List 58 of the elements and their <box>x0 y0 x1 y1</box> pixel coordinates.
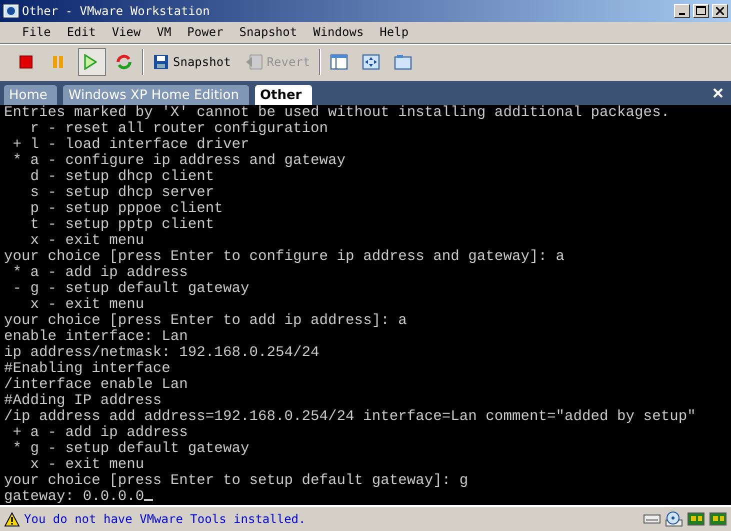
menu-item[interactable]: Edit <box>58 23 104 42</box>
close-icon <box>716 6 724 15</box>
console-line: x - exit menu <box>29 457 144 474</box>
warning-icon <box>4 512 20 527</box>
console-line: ip address/netmask: 192.168.0.254/24 <box>4 345 320 362</box>
console-line: + a - add ip address <box>12 425 189 442</box>
menu-item[interactable]: Snapshot <box>231 23 306 42</box>
console-line: /interface enable Lan <box>4 377 189 394</box>
console-line: + l - load interface driver <box>12 137 250 154</box>
console-line: r - reset all router configuration <box>29 121 330 138</box>
menu-item[interactable]: File <box>14 23 59 42</box>
console-line: #Enabling interface <box>4 361 172 378</box>
console-line: s - setup dhcp server <box>29 185 214 202</box>
console-line: enable interface: Lan <box>4 329 188 346</box>
console-line: your choice [press Enter to add ip address]: a <box>4 313 408 330</box>
console-line: * a - configure ip address and gateway <box>12 153 347 170</box>
console-line: gateway: 0.0.0.0 <box>4 489 731 506</box>
menu-item[interactable]: Windows <box>305 23 372 42</box>
pause-icon <box>51 55 65 70</box>
console-line: #Adding IP address <box>4 393 162 410</box>
play-button[interactable] <box>78 48 106 76</box>
console-line: your choice [press Enter to setup default gateway]: g <box>4 473 470 490</box>
console-line: * a - add ip address <box>12 265 189 282</box>
minimize-button[interactable] <box>674 4 690 18</box>
app-icon <box>3 2 19 19</box>
reset-icon <box>115 53 133 72</box>
console-line: * g - setup default gateway <box>12 441 250 458</box>
window-title: Other - VMware Workstation <box>22 4 211 18</box>
cd-drive-icon <box>665 511 683 528</box>
stop-icon <box>19 55 33 70</box>
menu-item[interactable]: Help <box>372 23 417 42</box>
network-card-icon <box>687 511 705 528</box>
maximize-button[interactable] <box>693 4 709 18</box>
console-line: Entries marked by 'X' cannot be used without installing additional packages. <box>4 105 671 122</box>
snapshot-button[interactable]: Snapshot <box>148 48 236 76</box>
menu-item[interactable]: VM <box>148 23 180 42</box>
network-card-icon <box>709 511 727 528</box>
status-message: You do not have VMware Tools installed. <box>24 512 307 526</box>
fullscreen-icon <box>362 54 380 70</box>
console-line: p - setup pppoe client <box>29 201 224 218</box>
maximize-icon <box>696 6 706 16</box>
console-line: /ip address add address=192.168.0.254/24 interface=Lan comment="added by setup" <box>4 409 697 426</box>
console-line: x - exit menu <box>29 297 144 314</box>
minimize-icon <box>679 12 685 15</box>
menu-item[interactable]: Power <box>179 23 232 42</box>
console-line: x - exit menu <box>29 233 144 250</box>
window-tabs-icon <box>394 54 412 70</box>
menu-item[interactable]: View <box>104 23 149 42</box>
play-icon <box>83 54 97 70</box>
console-line: - g - setup default gateway <box>12 281 250 298</box>
console-line: your choice [press Enter to configure ip address and gateway]: a <box>4 249 566 266</box>
close-icon <box>713 88 723 98</box>
sidebar-icon <box>330 54 348 70</box>
revert-icon <box>244 54 263 70</box>
console-line: d - setup dhcp client <box>29 169 216 186</box>
tab[interactable]: Other <box>254 85 312 106</box>
close-button[interactable] <box>712 4 728 18</box>
console-line: t - setup pptp client <box>29 217 216 234</box>
